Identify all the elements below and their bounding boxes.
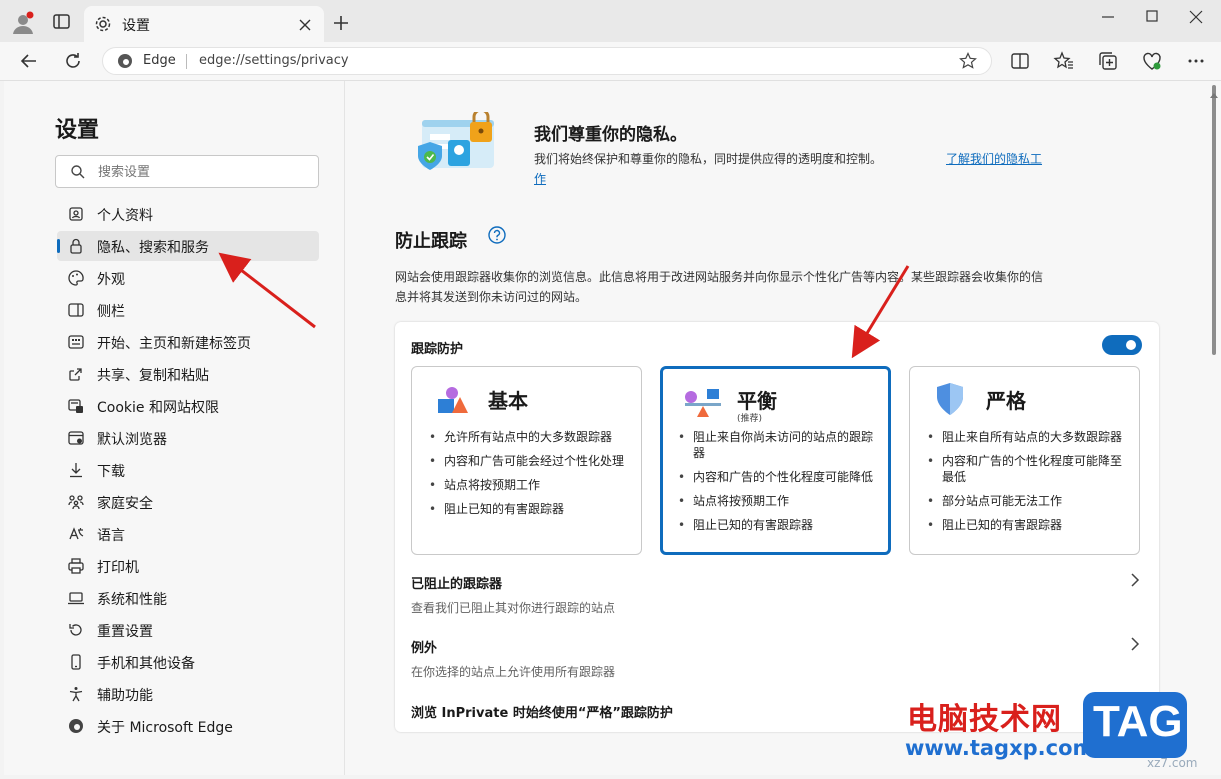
watermark-site: xz7.com [1147,756,1198,770]
watermark: 电脑技术网 www.tagxp.com TAG xz7.com [897,692,1221,779]
watermark-badge: TAG [1083,692,1187,758]
watermark-url: www.tagxp.com [905,736,1095,760]
watermark-text: 电脑技术网 [907,702,1062,737]
annotation-arrows [218,252,910,359]
watermark-badge-text: TAG [1093,697,1183,746]
